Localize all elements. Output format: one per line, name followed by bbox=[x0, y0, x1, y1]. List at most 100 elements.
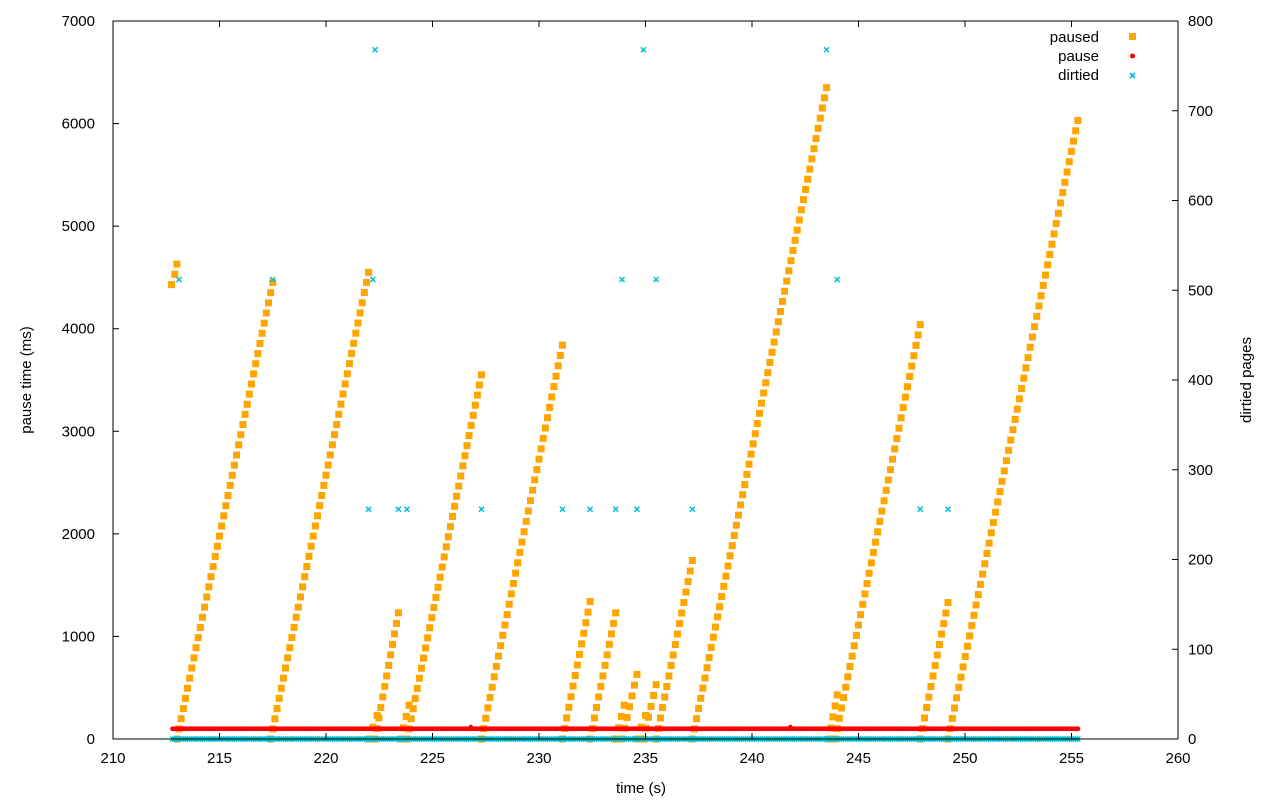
paused-point bbox=[544, 414, 552, 422]
paused-point bbox=[1059, 189, 1067, 197]
paused-point bbox=[810, 145, 818, 153]
paused-point bbox=[724, 562, 732, 570]
paused-point bbox=[275, 694, 283, 702]
paused-point bbox=[465, 432, 473, 440]
paused-point bbox=[273, 705, 281, 713]
chart: 210 215 220 225 230 235 240 245 250 255 2600100020… bbox=[0, 0, 1280, 800]
paused-point bbox=[471, 401, 479, 409]
paused-point bbox=[682, 588, 690, 596]
paused-point bbox=[444, 533, 452, 541]
paused-point bbox=[507, 590, 515, 598]
paused-point bbox=[360, 289, 368, 297]
paused-point bbox=[539, 434, 547, 442]
paused-point bbox=[473, 391, 481, 399]
paused-point bbox=[430, 604, 438, 612]
paused-point bbox=[597, 682, 605, 690]
paused-point bbox=[981, 560, 989, 568]
paused-point bbox=[477, 371, 485, 379]
paused-point bbox=[328, 441, 336, 449]
paused-point bbox=[309, 532, 317, 540]
paused-point bbox=[793, 226, 801, 234]
paused-point bbox=[659, 704, 667, 712]
paused-point bbox=[867, 559, 875, 567]
paused-point bbox=[413, 684, 421, 692]
paused-point bbox=[903, 383, 911, 391]
paused-point bbox=[626, 703, 634, 711]
paused-point bbox=[760, 389, 768, 397]
paused-point bbox=[420, 654, 428, 662]
paused-point bbox=[850, 642, 858, 650]
paused-point bbox=[529, 486, 537, 494]
paused-point bbox=[1035, 302, 1043, 310]
paused-point bbox=[840, 694, 848, 702]
paused-point bbox=[211, 552, 219, 560]
paused-point bbox=[546, 403, 554, 411]
paused-point bbox=[201, 603, 209, 611]
paused-point bbox=[749, 440, 757, 448]
paused-point bbox=[333, 420, 341, 428]
pause-point bbox=[1075, 726, 1081, 732]
paused-point bbox=[203, 593, 211, 601]
paused-point bbox=[311, 522, 319, 530]
paused-point bbox=[503, 611, 511, 619]
paused-point bbox=[475, 381, 483, 389]
paused-point bbox=[241, 410, 249, 418]
paused-point bbox=[267, 289, 275, 297]
paused-point bbox=[198, 613, 206, 621]
paused-point bbox=[789, 247, 797, 255]
paused-point bbox=[844, 673, 852, 681]
paused-point bbox=[957, 673, 965, 681]
paused-point bbox=[701, 674, 709, 682]
paused-point bbox=[499, 631, 507, 639]
paused-point bbox=[188, 664, 196, 672]
paused-point bbox=[628, 692, 636, 700]
paused-point bbox=[1067, 147, 1075, 155]
paused-point bbox=[230, 461, 238, 469]
y-tick-label: 5000 bbox=[62, 218, 95, 235]
paused-point bbox=[426, 624, 434, 632]
paused-point bbox=[959, 663, 967, 671]
paused-point bbox=[318, 492, 326, 500]
paused-point bbox=[243, 400, 251, 408]
paused-point bbox=[927, 683, 935, 691]
paused-point bbox=[779, 297, 787, 305]
paused-point bbox=[743, 470, 751, 478]
paused-point bbox=[783, 277, 791, 285]
x-tick-label: 225 bbox=[420, 750, 445, 767]
paused-point bbox=[806, 165, 814, 173]
paused-point bbox=[446, 523, 454, 531]
paused-point bbox=[256, 339, 264, 347]
paused-point bbox=[292, 613, 300, 621]
paused-point bbox=[482, 714, 490, 722]
paused-point bbox=[537, 445, 545, 453]
y2-tick-label: 0 bbox=[1188, 731, 1196, 748]
paused-point bbox=[505, 600, 513, 608]
paused-point bbox=[218, 522, 226, 530]
paused-point bbox=[262, 309, 270, 317]
paused-point bbox=[556, 351, 564, 359]
paused-point bbox=[785, 267, 793, 275]
paused-point bbox=[741, 481, 749, 489]
paused-point bbox=[781, 287, 789, 295]
paused-point bbox=[224, 492, 232, 500]
paused-point bbox=[908, 362, 916, 370]
paused-point bbox=[895, 424, 903, 432]
paused-point bbox=[181, 694, 189, 702]
paused-point bbox=[705, 654, 713, 662]
paused-point bbox=[732, 521, 740, 529]
paused-point bbox=[891, 445, 899, 453]
paused-point bbox=[303, 563, 311, 571]
paused-point bbox=[177, 715, 185, 723]
paused-point bbox=[707, 643, 715, 651]
paused-point bbox=[514, 559, 522, 567]
paused-point bbox=[207, 573, 215, 581]
paused-point bbox=[688, 557, 696, 565]
paused-point bbox=[279, 674, 287, 682]
paused-point bbox=[876, 517, 884, 525]
paused-point bbox=[288, 634, 296, 642]
paused-point bbox=[972, 601, 980, 609]
paused-point bbox=[1022, 364, 1030, 372]
paused-point bbox=[797, 206, 805, 214]
paused-point bbox=[389, 640, 397, 648]
paused-point bbox=[461, 452, 469, 460]
